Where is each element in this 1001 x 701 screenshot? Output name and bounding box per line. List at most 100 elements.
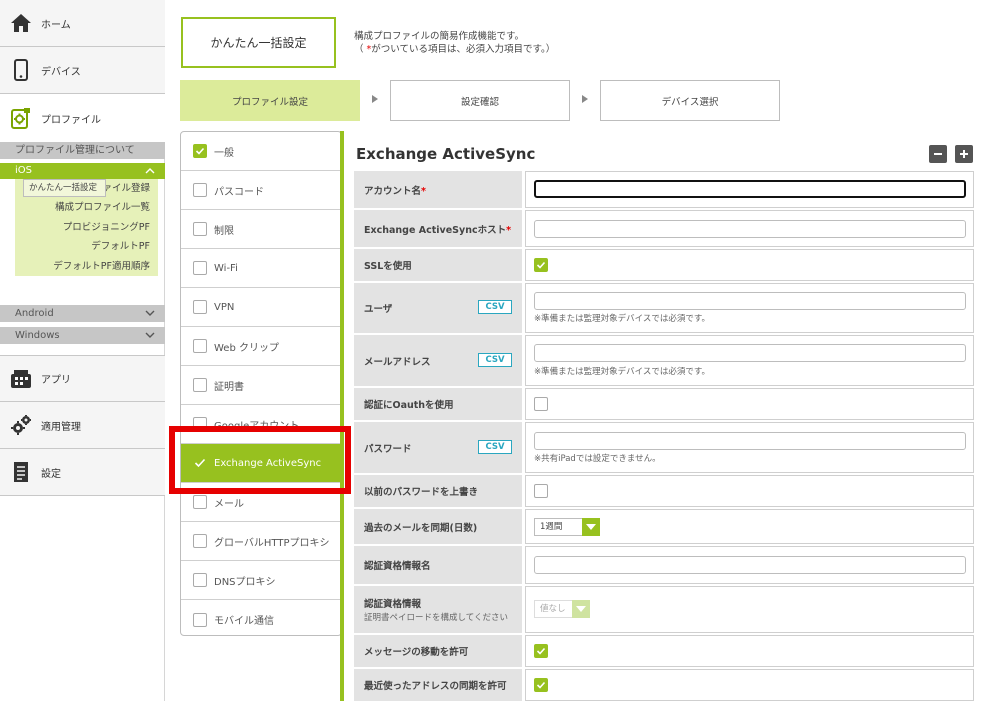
row-email: メールアドレス CSV ※準備または監理対象デバイスでは必須です。 [354,335,974,386]
checkbox[interactable] [193,495,207,509]
tab-vpn[interactable]: VPN [181,288,341,327]
nav-home[interactable]: ホーム [0,0,165,47]
tab-label: メール [214,498,244,510]
nav-app[interactable]: アプリ [0,355,165,402]
checkbox[interactable] [193,573,207,587]
tab-global-http-proxy[interactable]: グローバルHTTPプロキシ [181,522,341,561]
checkbox-checked[interactable] [193,144,207,158]
step-confirm-settings: 設定確認 [390,80,570,121]
ios-submenu: かんたん一括設定 構成プロファイル登録 構成プロファイル一覧 プロビジョニングP… [15,179,158,276]
smartphone-icon [10,59,32,81]
checkbox[interactable] [193,300,207,314]
checkbox-checked[interactable] [193,456,207,470]
ios-submenu-item[interactable]: プロビジョニングPF [15,218,158,237]
checkbox[interactable] [193,222,207,236]
field-sublabel: 証明書ペイロードを構成してください [364,613,508,623]
nav-device-label: デバイス [41,66,81,78]
tab-label: 制限 [214,225,234,237]
checkbox[interactable] [193,183,207,197]
sidebar-android-toggle[interactable]: Android [0,305,165,322]
tab-wifi[interactable]: Wi-Fi [181,249,341,288]
checkbox[interactable] [193,339,207,353]
field-label: 認証資格情報名 [354,546,522,584]
sidebar-ios-toggle[interactable]: iOS [0,163,165,179]
account-name-input[interactable] [534,180,966,198]
profile-gear-icon [10,107,32,129]
tab-web-clip[interactable]: Web クリップ [181,327,341,366]
select-value: 1週間 [540,522,563,532]
tab-mail[interactable]: メール [181,483,341,522]
ios-submenu-item[interactable]: デフォルトPF [15,237,158,256]
tab-cellular[interactable]: モバイル通信 [181,600,341,639]
field-note: ※共有iPadでは設定できません。 [534,454,661,464]
tab-general[interactable]: 一般 [181,132,341,171]
host-input[interactable] [534,220,966,238]
csv-badge[interactable]: CSV [478,440,512,454]
tab-dns-proxy[interactable]: DNSプロキシ [181,561,341,600]
cred-name-input[interactable] [534,556,966,574]
row-user: ユーザ CSV ※準備または監理対象デバイスでは必須です。 [354,283,974,333]
tab-label: Web クリップ [214,342,279,354]
sync-recent-checkbox[interactable] [534,678,548,692]
sidebar-windows-toggle[interactable]: Windows [0,327,165,344]
cred-select[interactable]: 値なし [534,600,590,618]
expand-plus-button[interactable] [955,145,973,163]
allow-move-checkbox[interactable] [534,644,548,658]
oauth-checkbox[interactable] [534,397,548,411]
nav-settings[interactable]: 設定 [0,449,165,496]
field-label: アカウント名* [354,171,522,208]
row-password: パスワード CSV ※共有iPadでは設定できません。 [354,422,974,473]
email-input[interactable] [534,344,966,362]
collapse-minus-button[interactable] [929,145,947,163]
field-note: ※準備または監理対象デバイスでは必須です。 [534,314,711,324]
required-mark: * [421,185,426,197]
overwrite-password-checkbox[interactable] [534,484,548,498]
row-allow-move: メッセージの移動を許可 [354,635,974,667]
field-label: 認証にOauthを使用 [354,388,522,420]
nav-profile[interactable]: プロファイル [0,94,165,142]
chevron-up-icon [145,168,155,174]
password-input[interactable] [534,432,966,450]
tab-google-account[interactable]: Googleアカウント [181,405,341,444]
tab-certificate[interactable]: 証明書 [181,366,341,405]
field-label: 最近使ったアドレスの同期を許可 [354,669,522,701]
row-cred: 認証資格情報 証明書ペイロードを構成してください 値なし [354,586,974,633]
row-ssl: SSLを使用 [354,249,974,281]
sync-days-select[interactable]: 1週間 [534,518,600,536]
checkbox[interactable] [193,534,207,548]
app-icon [10,368,32,390]
sidebar-about-profile[interactable]: プロファイル管理について [0,142,165,159]
tab-exchange-activesync[interactable]: Exchange ActiveSync [181,444,341,483]
sidebar-android-label: Android [15,308,54,319]
field-label: パスワード CSV [354,422,522,473]
field-label: 認証資格情報 証明書ペイロードを構成してください [354,586,522,633]
sidebar: ホーム デバイス プロファイル プロファイル管理について iOS かんたん一括設… [0,0,165,701]
select-value: 値なし [540,604,566,614]
csv-badge[interactable]: CSV [478,300,512,314]
nav-device[interactable]: デバイス [0,47,165,94]
ssl-checkbox[interactable] [534,258,548,272]
tab-restrictions[interactable]: 制限 [181,210,341,249]
checkbox[interactable] [193,612,207,627]
page-title-text: かんたん一括設定 [210,36,307,50]
csv-badge[interactable]: CSV [478,353,512,367]
checkbox[interactable] [193,261,207,275]
ios-submenu-item[interactable]: かんたん一括設定 [23,179,107,197]
tab-passcode[interactable]: パスコード [181,171,341,210]
user-input[interactable] [534,292,966,310]
tab-label: Exchange ActiveSync [214,457,322,469]
checkbox[interactable] [193,417,207,431]
nav-apply-management[interactable]: 適用管理 [0,402,165,449]
tab-label: 一般 [214,147,234,159]
ios-submenu-item[interactable]: デフォルトPF適用順序 [15,257,158,276]
tab-label: Googleアカウント [214,420,300,432]
step-profile-settings: プロファイル設定 [180,80,360,121]
nav-apply-management-label: 適用管理 [41,421,81,433]
minus-icon [934,153,942,155]
field-label: メールアドレス CSV [354,335,522,386]
payload-tab-list: 一般 パスコード 制限 Wi-Fi VPN Web クリップ 証明書 Googl… [180,131,342,636]
nav-settings-label: 設定 [41,468,61,480]
ios-submenu-item[interactable]: 構成プロファイル一覧 [15,198,158,217]
checkbox[interactable] [193,378,207,392]
step-arrow-icon [582,95,588,103]
